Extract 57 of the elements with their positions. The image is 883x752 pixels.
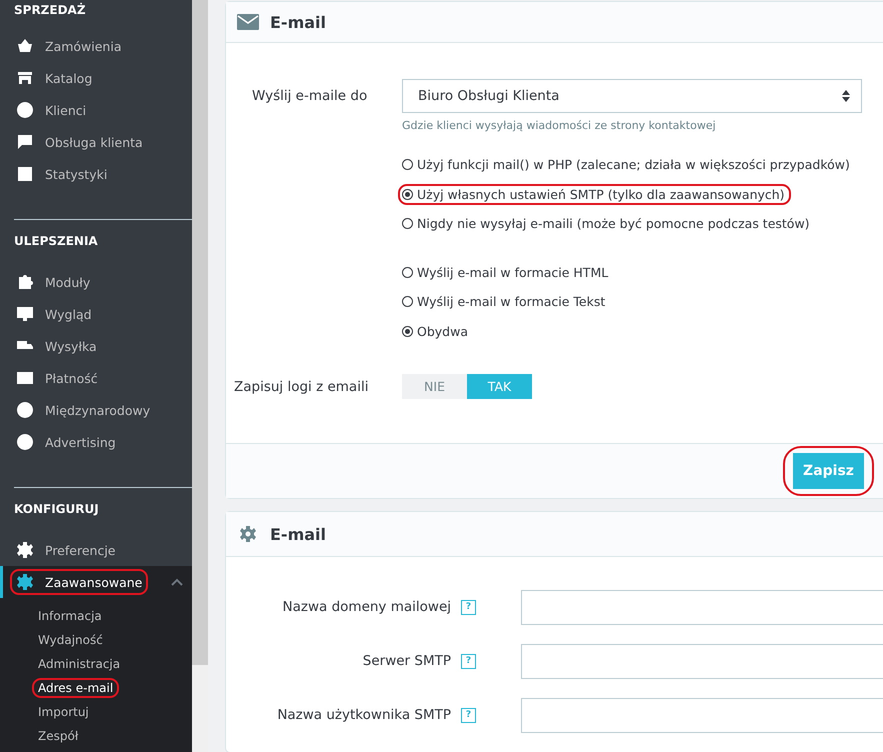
sidebar-item[interactable]: Moduły [0, 266, 192, 298]
input-field[interactable] [521, 590, 883, 625]
submenu-item[interactable]: Adres e-mail [32, 678, 120, 698]
field-label: Serwer SMTP [362, 653, 451, 669]
radio-button[interactable] [402, 326, 413, 337]
radio-option[interactable]: Wyślij e-mail w formacie Tekst [398, 291, 612, 312]
sidebar-item[interactable]: Klienci [0, 94, 192, 126]
sidebar-item[interactable]: Advertising [0, 426, 192, 458]
basket-icon [16, 37, 34, 55]
select-field[interactable]: Biuro Obsługi Klienta [402, 79, 862, 113]
field-label: Nazwa domeny mailowej [282, 599, 451, 615]
radio-button[interactable] [402, 159, 413, 170]
radio-button[interactable] [402, 188, 413, 200]
radio-option[interactable]: Wyślij e-mail w formacie HTML [398, 262, 614, 283]
radio-button[interactable] [402, 218, 413, 230]
sidebar-item[interactable]: Międzynarodowy [0, 394, 192, 426]
sidebar-item[interactable]: Zaawansowane [0, 566, 192, 598]
input-field[interactable] [521, 698, 883, 733]
gear-icon [237, 525, 259, 543]
input-field[interactable] [521, 644, 883, 679]
monitor-icon [16, 305, 34, 323]
submenu-item[interactable]: Zespół [32, 726, 84, 746]
section-title: KONFIGURUJ [14, 501, 100, 518]
sidebar-item[interactable]: Płatność [0, 362, 192, 394]
sidebar-item[interactable]: Wygląd [0, 298, 192, 330]
submenu-item[interactable]: Wydajność [32, 630, 109, 650]
radio-option[interactable]: Użyj własnych ustawień SMTP (tylko dla zaawansowanych) [398, 184, 791, 205]
section-title: ULEPSZENIA [14, 233, 99, 250]
help-text: Gdzie klienci wysyłają wiadomości ze strony kontaktowej [402, 119, 717, 132]
envelope-icon [237, 13, 259, 31]
radio-button[interactable] [402, 296, 413, 308]
radio-option[interactable]: Nigdy nie wysyłaj e-maili (może być pomocne podczas testów) [398, 213, 816, 234]
radio-option[interactable]: Obydwa [398, 320, 474, 342]
sidebar-item[interactable]: Preferencje [0, 534, 192, 566]
field-label: Zapisuj logi z emaili [233, 378, 370, 397]
sidebar-item[interactable]: Zamówienia [0, 30, 192, 62]
store-icon [16, 69, 34, 87]
toggle-option[interactable]: NIE [402, 374, 467, 399]
sidebar-item[interactable]: Obsługa klienta [0, 126, 192, 158]
chat-icon [16, 133, 34, 151]
section-title: SPRZEDAŻ [14, 2, 87, 19]
submenu-item[interactable]: Importuj [32, 702, 95, 722]
gear-icon [16, 573, 34, 591]
panel-title: E-mail [270, 12, 326, 32]
radio-option[interactable]: Użyj funkcji mail() w PHP (zalecane; działa w większości przypadków) [398, 154, 856, 176]
panel-title: E-mail [270, 524, 326, 544]
submenu-item[interactable]: Informacja [32, 606, 108, 626]
radio-button[interactable] [402, 266, 413, 278]
sidebar-item[interactable]: Katalog [0, 62, 192, 94]
sidebar-item[interactable]: Statystyki [0, 158, 192, 190]
puzzle-icon [16, 273, 34, 291]
sort-icon [842, 90, 850, 102]
sidebar-item[interactable]: Wysyłka [0, 330, 192, 362]
gear-icon [16, 541, 34, 559]
submenu-item[interactable]: Administracja [32, 654, 126, 674]
field-label: Nazwa użytkownika SMTP [277, 707, 451, 723]
field-label: Wyślij e-maile do [251, 87, 368, 106]
